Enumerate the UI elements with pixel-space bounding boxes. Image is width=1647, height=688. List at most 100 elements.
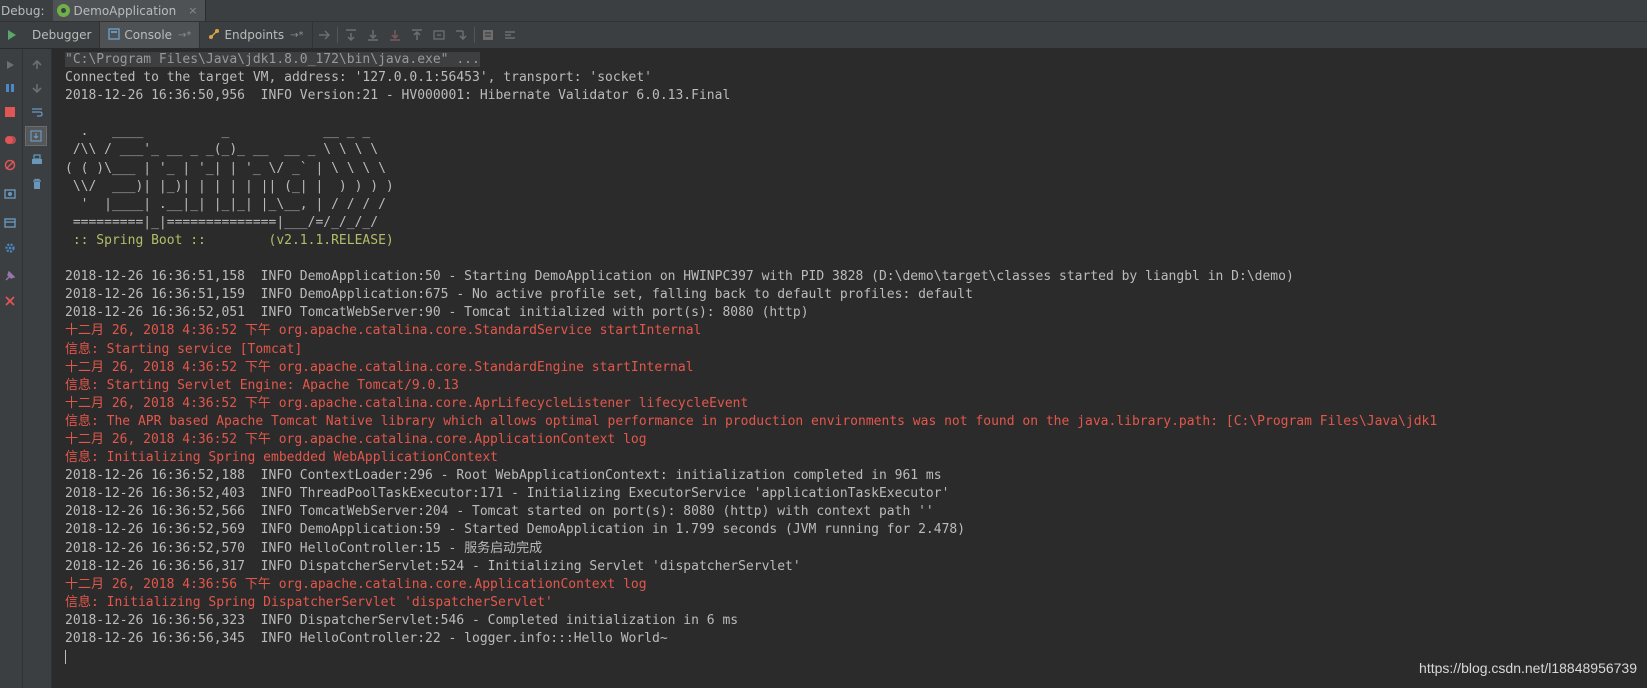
console-line: 十二月 26, 2018 4:36:52 下午 org.apache.catal…	[65, 322, 1437, 340]
console-output[interactable]: "C:\Program Files\Java\jdk1.8.0_172\bin\…	[52, 49, 1647, 688]
console-line: 2018-12-26 16:36:52,570 INFO HelloContro…	[65, 540, 1437, 558]
pause-icon[interactable]	[0, 79, 20, 97]
console-line-text: 信息: The APR based Apache Tomcat Native l…	[65, 413, 1438, 429]
console-line: 十二月 26, 2018 4:36:56 下午 org.apache.catal…	[65, 576, 1437, 594]
console-line-text: ' |____| .__|_| |_|_| |_\__, | / / / /	[65, 196, 386, 212]
console-input-line[interactable]	[65, 648, 1437, 666]
tab-debugger-label: Debugger	[32, 28, 92, 42]
toolbar-separator	[473, 27, 475, 43]
console-line: "C:\Program Files\Java\jdk1.8.0_172\bin\…	[65, 51, 1437, 69]
stop-icon[interactable]	[0, 103, 20, 121]
console-line-text: 2018-12-26 16:36:52,188 INFO ContextLoad…	[65, 468, 942, 484]
drop-frame-icon[interactable]	[428, 22, 450, 48]
console-line-text: 2018-12-26 16:36:51,159 INFO DemoApplica…	[65, 287, 973, 303]
step-over-icon[interactable]	[340, 22, 362, 48]
console-line-text: . ____ _ __ _ _	[65, 124, 371, 140]
show-execution-point-icon[interactable]	[313, 22, 335, 48]
console-line: 2018-12-26 16:36:56,345 INFO HelloContro…	[65, 630, 1437, 648]
console-tab-icon	[108, 27, 121, 43]
restore-layout-icon[interactable]	[0, 214, 20, 232]
console-line: /\\ / ___'_ __ _ _(_)_ __ __ _ \ \ \ \	[65, 141, 1437, 159]
console-line-text: 2018-12-26 16:36:52,569 INFO DemoApplica…	[65, 522, 966, 538]
endpoints-tab-icon	[208, 28, 220, 43]
soft-wraps-icon[interactable]	[27, 103, 47, 121]
console-line-text: 信息: Starting service [Tomcat]	[65, 341, 303, 357]
tab-debugger[interactable]: Debugger	[24, 22, 101, 48]
resume-icon[interactable]	[0, 56, 20, 74]
rerun-icon[interactable]	[0, 22, 24, 48]
console-line-text: 2018-12-26 16:36:52,566 INFO TomcatWebSe…	[65, 504, 934, 520]
console-line: 2018-12-26 16:36:52,569 INFO DemoApplica…	[65, 521, 1437, 539]
console-line: 2018-12-26 16:36:51,159 INFO DemoApplica…	[65, 286, 1437, 304]
debug-actions-gutter	[0, 49, 23, 688]
spring-app-icon	[56, 4, 70, 17]
console-line: ( ( )\___ | '_ | '_| | '_ \/ _` | \ \ \ …	[65, 160, 1437, 178]
mute-breakpoints-icon[interactable]	[0, 156, 20, 174]
console-actions-gutter	[23, 49, 52, 688]
console-line-text: 十二月 26, 2018 4:36:52 下午 org.apache.catal…	[65, 323, 702, 339]
console-line-text: ( ( )\___ | '_ | '_| | '_ \/ _` | \ \ \ …	[65, 160, 386, 176]
watermark: https://blog.csdn.net/l18848956739	[1419, 660, 1637, 676]
console-line: 十二月 26, 2018 4:36:52 下午 org.apache.catal…	[65, 395, 1437, 413]
console-line: 十二月 26, 2018 4:36:52 下午 org.apache.catal…	[65, 359, 1437, 377]
console-line: \\/ ___)| |_)| | | | | || (_| | ) ) ) )	[65, 178, 1437, 196]
print-icon[interactable]	[27, 151, 47, 169]
console-line: 2018-12-26 16:36:51,158 INFO DemoApplica…	[65, 268, 1437, 286]
get-thread-dump-icon[interactable]	[0, 185, 20, 203]
toolbar-separator	[336, 27, 338, 43]
tab-console-label: Console	[124, 28, 173, 42]
console-line: :: Spring Boot :: (v2.1.1.RELEASE)	[65, 232, 1437, 250]
clear-all-trash-icon[interactable]	[27, 175, 47, 193]
debug-title-bar: Debug: DemoApplication ×	[0, 0, 1647, 22]
console-line-text: 2018-12-26 16:36:52,570 INFO HelloContro…	[65, 540, 543, 556]
pin-tab-icon[interactable]	[0, 267, 20, 285]
console-line-text: 十二月 26, 2018 4:36:52 下午 org.apache.catal…	[65, 431, 647, 447]
text-caret	[65, 649, 66, 664]
console-line: ' |____| .__|_| |_|_| |_\__, | / / / /	[65, 196, 1437, 214]
scroll-to-end-icon[interactable]	[25, 126, 47, 146]
settings-gear-icon[interactable]	[0, 239, 20, 257]
console-line-text: 2018-12-26 16:36:56,317 INFO DispatcherS…	[65, 558, 801, 574]
scroll-down-icon[interactable]	[27, 79, 47, 97]
tab-console[interactable]: Console →*	[100, 22, 201, 48]
console-line: =========|_|==============|___/=/_/_/_/	[65, 214, 1437, 232]
debug-label: Debug:	[1, 3, 45, 18]
tab-endpoints-pin-icon[interactable]: →*	[290, 30, 303, 41]
console-line: 十二月 26, 2018 4:36:52 下午 org.apache.catal…	[65, 431, 1437, 449]
console-line-text: 2018-12-26 16:36:50,956 INFO Version:21 …	[65, 88, 731, 104]
view-breakpoints-icon[interactable]	[0, 131, 20, 149]
console-line-text: 2018-12-26 16:36:52,051 INFO TomcatWebSe…	[65, 305, 809, 321]
console-line: 信息: The APR based Apache Tomcat Native l…	[65, 413, 1437, 431]
console-line-text: :: Spring Boot :: (v2.1.1.RELEASE)	[65, 232, 394, 248]
debug-session-tab[interactable]: DemoApplication ×	[52, 0, 207, 21]
scroll-up-icon[interactable]	[27, 56, 47, 74]
debug-session-tab-label: DemoApplication	[73, 3, 177, 18]
tab-console-pin-icon[interactable]: →*	[178, 30, 191, 41]
tab-endpoints[interactable]: Endpoints →*	[200, 22, 313, 48]
console-line: 2018-12-26 16:36:52,188 INFO ContextLoad…	[65, 467, 1437, 485]
console-line: Connected to the target VM, address: '12…	[65, 69, 1437, 87]
step-into-icon[interactable]	[362, 22, 384, 48]
console-line-text: 十二月 26, 2018 4:36:52 下午 org.apache.catal…	[65, 395, 749, 411]
console-line-text: 2018-12-26 16:36:52,403 INFO ThreadPoolT…	[65, 486, 950, 502]
console-line-text: 信息: Initializing Spring embedded WebAppl…	[65, 450, 498, 466]
console-line: 2018-12-26 16:36:52,051 INFO TomcatWebSe…	[65, 304, 1437, 322]
close-tab-icon[interactable]: ×	[188, 4, 197, 17]
force-step-into-icon[interactable]	[384, 22, 406, 48]
console-line: 2018-12-26 16:36:56,317 INFO DispatcherS…	[65, 558, 1437, 576]
step-out-icon[interactable]	[406, 22, 428, 48]
console-line-text: =========|_|==============|___/=/_/_/_/	[65, 214, 379, 230]
console-line: 2018-12-26 16:36:56,323 INFO DispatcherS…	[65, 612, 1437, 630]
trace-current-stream-icon[interactable]	[499, 22, 521, 48]
evaluate-expression-icon[interactable]	[477, 22, 499, 48]
run-to-cursor-icon[interactable]	[450, 22, 472, 48]
console-line-text: Connected to the target VM, address: '12…	[65, 70, 652, 86]
console-line: 信息: Initializing Spring DispatcherServle…	[65, 594, 1437, 612]
console-line-text: 十二月 26, 2018 4:36:52 下午 org.apache.catal…	[65, 359, 694, 375]
console-line: 信息: Starting Servlet Engine: Apache Tomc…	[65, 377, 1437, 395]
console-line: 2018-12-26 16:36:52,566 INFO TomcatWebSe…	[65, 503, 1437, 521]
close-session-icon[interactable]	[0, 292, 20, 310]
console-line-text: /\\ / ___'_ __ _ _(_)_ __ __ _ \ \ \ \	[65, 142, 379, 158]
